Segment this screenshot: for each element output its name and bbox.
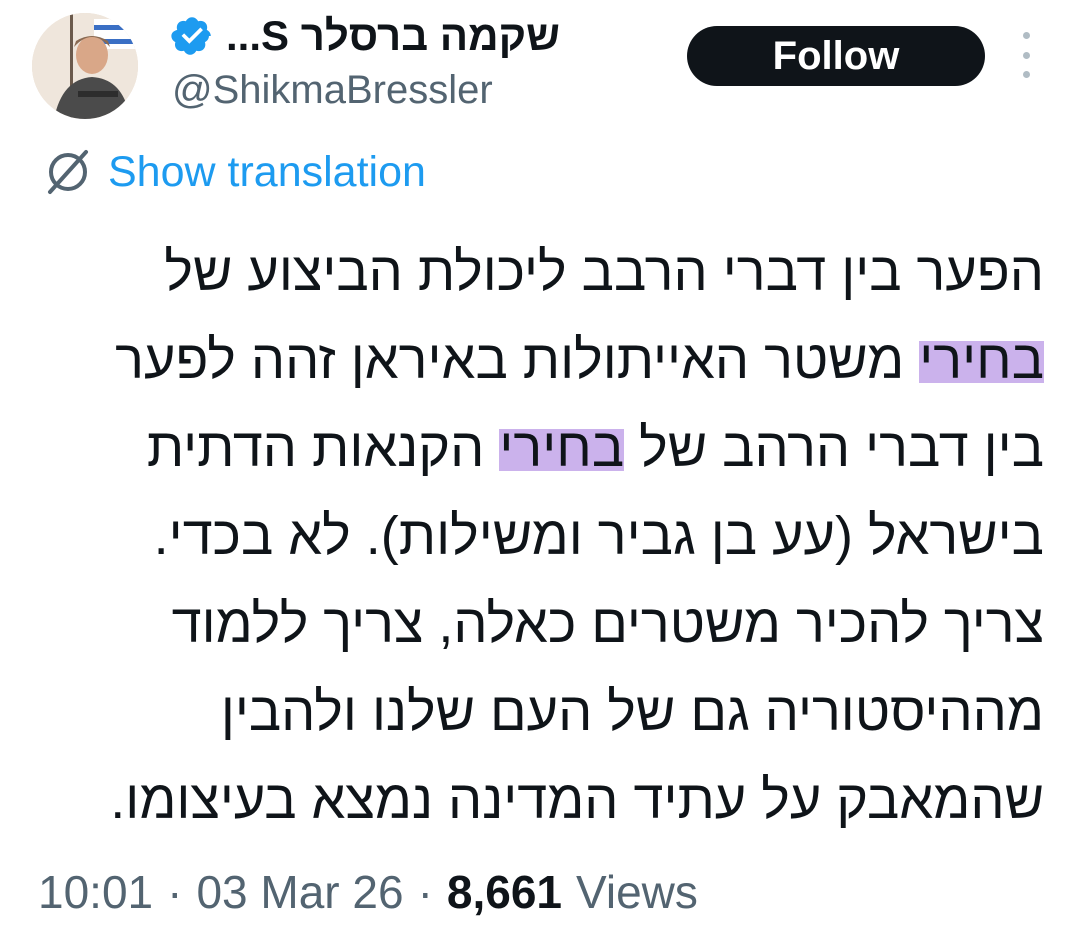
tweet-line: בישראל (עע בן גביר ומשילות). לא בכדי.	[34, 492, 1044, 580]
tweet-line-text: מההיסטוריה גם של העם שלנו ולהבין	[220, 682, 1044, 742]
tweet-time[interactable]: 10:01	[38, 865, 153, 919]
more-vertical-icon[interactable]	[1012, 32, 1040, 78]
globe-slash-icon	[48, 150, 88, 194]
avatar[interactable]	[32, 13, 138, 119]
tweet-header: שקמה ברסלר S... @ShikmaBressler Follow	[0, 0, 1080, 130]
tweet-line: הפער בין דברי הרבב ליכולת הביצוע של	[34, 228, 1044, 316]
show-translation-link[interactable]: Show translation	[42, 140, 426, 204]
follow-button[interactable]: Follow	[687, 26, 985, 86]
meta-separator: ·	[167, 866, 183, 918]
views-count: 8,661	[446, 866, 563, 918]
tweet-date[interactable]: 03 Mar 26	[196, 865, 403, 919]
more-dot	[1022, 32, 1030, 39]
avatar-image	[32, 13, 138, 119]
show-translation-label[interactable]: Show translation	[108, 148, 426, 197]
tweet-line-text: משטר האייתולות באיראן זהה לפער	[115, 330, 920, 390]
verified-badge-icon	[171, 17, 211, 55]
tweet-line-text: הקנאות הדתית	[146, 418, 500, 478]
author-name-row[interactable]: שקמה ברסלר S...	[170, 6, 660, 66]
author-handle[interactable]: @ShikmaBressler	[172, 68, 493, 113]
more-dot	[1022, 51, 1030, 59]
author-display-name[interactable]: שקמה ברסלר S...	[226, 12, 560, 60]
tweet-line: בחירי משטר האייתולות באיראן זהה לפער	[34, 316, 1044, 404]
views-label: Views	[576, 866, 698, 918]
tweet-meta: 10:01 · 03 Mar 26 · 8,661 Views	[38, 862, 698, 922]
tweet-line: מההיסטוריה גם של העם שלנו ולהבין	[34, 668, 1044, 756]
tweet-line: צריך להכיר משטרים כאלה, צריך ללמוד	[34, 580, 1044, 668]
tweet-line-text: צריך להכיר משטרים כאלה, צריך ללמוד	[171, 594, 1044, 654]
tweet-line-text: בין דברי הרהב של	[624, 418, 1044, 478]
tweet-line: שהמאבק על עתיד המדינה נמצא בעיצומו.	[34, 756, 1044, 844]
tweet-line-text: שהמאבק על עתיד המדינה נמצא בעיצומו.	[110, 770, 1044, 830]
tweet-line-text: הפער בין דברי הרבב ליכולת הביצוע של	[164, 242, 1044, 302]
highlighted-word: בחירי	[499, 418, 625, 478]
tweet-text: הפער בין דברי הרבב ליכולת הביצוע של בחיר…	[34, 228, 1044, 844]
tweet-line-text: בישראל (עע בן גביר ומשילות). לא בכדי.	[153, 506, 1044, 566]
tweet-line: בין דברי הרהב של בחירי הקנאות הדתית	[34, 404, 1044, 492]
more-dot	[1022, 71, 1030, 78]
meta-separator: ·	[417, 866, 433, 918]
highlighted-word: בחירי	[919, 330, 1044, 390]
